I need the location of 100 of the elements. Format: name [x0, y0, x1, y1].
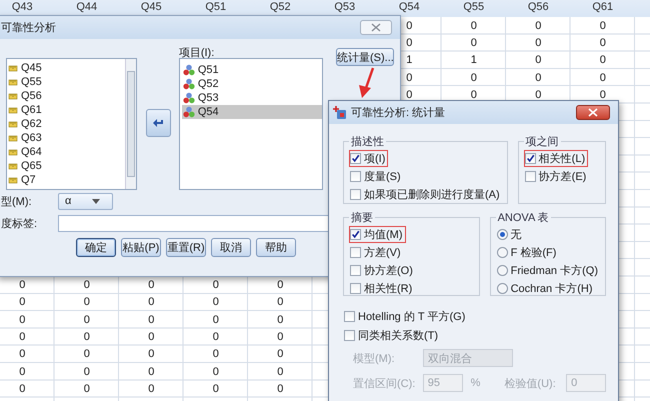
table-cell: 0: [535, 72, 542, 84]
item[interactable]: Q54: [182, 105, 322, 119]
checkbox[interactable]: [524, 153, 536, 164]
table-cell: 0: [148, 348, 154, 360]
variable-item[interactable]: Q64: [7, 145, 126, 159]
table-cell: 0: [84, 279, 90, 292]
table-cell: 0: [212, 296, 219, 308]
close-icon: [371, 23, 381, 32]
checkbox-option[interactable]: 相关性(R): [349, 280, 416, 297]
table-cell: 0: [600, 20, 606, 32]
table-cell: 0: [84, 314, 90, 326]
table-cell: 0: [277, 366, 284, 378]
ruler-icon: [8, 77, 18, 87]
dialog-button[interactable]: 取消: [211, 238, 251, 257]
group-title: 描述性: [350, 135, 385, 149]
variable-item[interactable]: Q55: [7, 75, 126, 89]
table-cell: 0: [19, 382, 26, 395]
variable-item[interactable]: Q45: [7, 61, 126, 75]
group-title: ANOVA 表: [496, 211, 550, 225]
variable-item[interactable]: Q65: [7, 159, 126, 173]
table-cell: 0: [84, 348, 90, 360]
checkbox-option[interactable]: 方差(V): [349, 244, 404, 261]
table-cell: 0: [19, 366, 26, 378]
variable-item[interactable]: Q62: [7, 117, 126, 131]
move-button[interactable]: [146, 108, 171, 136]
checkbox[interactable]: [344, 330, 355, 341]
table-cell: 0: [212, 366, 219, 378]
group-title: 摘要: [350, 210, 374, 225]
checkbox[interactable]: [524, 171, 536, 182]
column-header: Q61: [591, 0, 614, 15]
radio-button[interactable]: [496, 265, 508, 276]
checkbox-option[interactable]: 均值(M): [349, 226, 406, 243]
checkbox[interactable]: [350, 247, 361, 258]
checkbox[interactable]: [344, 311, 355, 322]
table-cell: 0: [84, 366, 90, 378]
table-cell: 0: [212, 382, 219, 395]
radio-option[interactable]: Cochran 卡方(H): [496, 280, 596, 297]
checkbox-option[interactable]: 相关性(L): [524, 150, 588, 167]
column-header: Q55: [462, 0, 486, 15]
checkbox-option[interactable]: 度量(S): [349, 168, 404, 185]
radio-button[interactable]: [496, 247, 508, 258]
table-cell: 0: [277, 314, 284, 326]
variable-item[interactable]: Q63: [7, 131, 126, 145]
table-cell: 0: [277, 330, 284, 343]
dialog-button[interactable]: 粘贴(P): [121, 238, 161, 257]
ruler-icon: [8, 175, 18, 185]
table-cell: 0: [277, 382, 284, 395]
table-cell: 0: [535, 88, 542, 101]
checkbox-option[interactable]: 如果项已删除则进行度量(A): [349, 186, 503, 203]
table-cell: 0: [277, 348, 284, 360]
dialog-button[interactable]: 重置(R): [166, 238, 206, 257]
radio-option[interactable]: F 检验(F): [496, 244, 560, 261]
dialog-title: 可靠性分析: [1, 21, 57, 35]
item[interactable]: Q53: [182, 91, 322, 105]
table-cell: 0: [19, 348, 26, 360]
table-cell: 0: [470, 36, 477, 49]
dialog-button[interactable]: 确定: [76, 238, 116, 257]
table-cell: 0: [212, 330, 219, 343]
percent-label: %: [470, 377, 482, 389]
variable-item[interactable]: Q61: [7, 103, 126, 117]
table-cell: 0: [19, 314, 26, 326]
checkbox[interactable]: [350, 189, 361, 200]
model-dropdown[interactable]: α: [58, 192, 113, 210]
dialog-title: 可靠性分析: 统计量: [351, 106, 446, 120]
table-cell: 1: [470, 54, 477, 66]
app-icon: [333, 106, 347, 120]
table-cell: 0: [535, 36, 542, 49]
radio-button[interactable]: [496, 229, 508, 240]
variable-item[interactable]: Q56: [7, 89, 126, 103]
radio-option[interactable]: Friedman 卡方(Q): [496, 262, 601, 279]
table-cell: 0: [148, 382, 154, 395]
table-cell: 0: [600, 72, 606, 84]
checkbox[interactable]: [350, 171, 361, 182]
checkbox[interactable]: [350, 265, 361, 276]
model-label: 型(M):: [1, 194, 33, 208]
statistics-button[interactable]: 统计量(S)...: [336, 48, 394, 66]
checkbox-option[interactable]: 协方差(E): [524, 168, 590, 185]
dialog-button[interactable]: 帮助: [256, 238, 296, 257]
table-cell: 0: [84, 330, 90, 343]
close-button[interactable]: [576, 105, 610, 120]
variable-item[interactable]: Q7: [7, 173, 126, 187]
item[interactable]: Q51: [182, 63, 322, 77]
column-header: Q53: [333, 0, 356, 15]
close-icon: [588, 108, 598, 117]
scrollbar[interactable]: [125, 59, 136, 189]
checkbox-option[interactable]: 协方差(O): [349, 262, 416, 279]
annotation-arrow: [359, 68, 374, 98]
table-cell: 0: [535, 20, 542, 32]
table-cell: 0: [406, 20, 412, 32]
radio-option[interactable]: 无: [496, 226, 525, 243]
three-balls-icon: [182, 92, 195, 104]
checkbox[interactable]: [350, 153, 361, 164]
checkbox[interactable]: [350, 283, 361, 294]
caret-icon: [92, 198, 100, 204]
radio-button[interactable]: [496, 283, 508, 294]
checkbox-option[interactable]: Hotelling 的 T 平方(G): [343, 308, 468, 325]
checkbox-option[interactable]: 项(I): [349, 150, 388, 167]
checkbox-option[interactable]: 同类相关系数(T): [343, 327, 442, 344]
checkbox[interactable]: [350, 229, 361, 240]
item[interactable]: Q52: [182, 77, 322, 91]
